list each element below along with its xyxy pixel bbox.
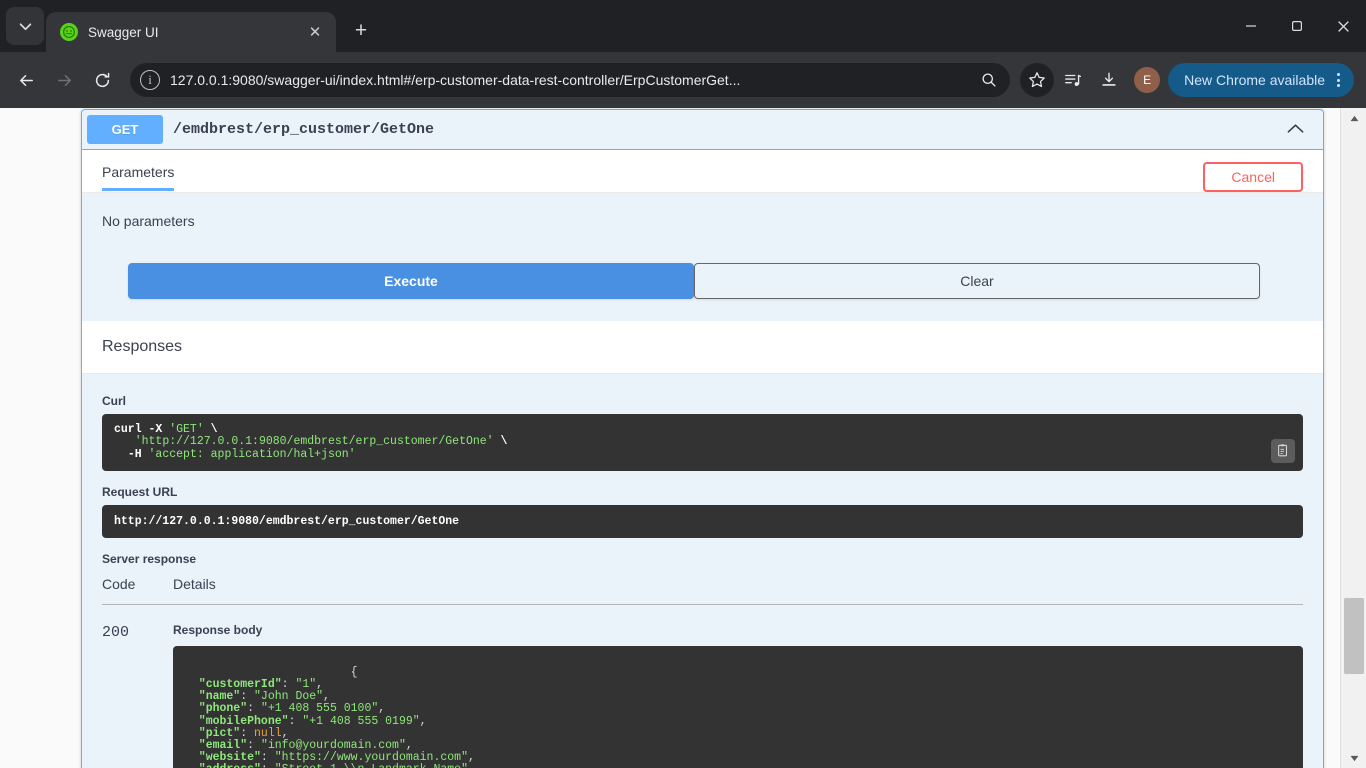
tab-search-button[interactable] bbox=[6, 7, 44, 45]
curl-continuation-1: \ bbox=[203, 423, 218, 436]
responses-heading: Responses bbox=[82, 321, 1323, 374]
curl-continuation-2: \ bbox=[493, 435, 508, 449]
column-header-code: Code bbox=[102, 576, 173, 606]
server-response-label: Server response bbox=[102, 552, 197, 567]
clear-button[interactable]: Clear bbox=[694, 263, 1260, 299]
browser-toolbar: i 127.0.0.1:9080/swagger-ui/index.html#/… bbox=[0, 52, 1366, 108]
forward-button[interactable] bbox=[46, 62, 82, 98]
address-bar[interactable]: i 127.0.0.1:9080/swagger-ui/index.html#/… bbox=[130, 63, 1011, 97]
opblock-summary-get-one[interactable]: GET /emdbrest/erp_customer/GetOne bbox=[82, 110, 1323, 150]
swagger-ui-page: GET /emdbrest/erp_customer/{Query} GET /… bbox=[0, 108, 1340, 768]
triangle-up-icon bbox=[1350, 115, 1358, 121]
new-tab-button[interactable]: + bbox=[346, 16, 376, 46]
minimize-icon bbox=[1246, 25, 1256, 27]
back-arrow-icon bbox=[19, 74, 33, 86]
kebab-menu-icon[interactable] bbox=[1329, 73, 1348, 87]
forward-arrow-icon bbox=[57, 74, 71, 86]
curl-header-flag: -H bbox=[127, 447, 149, 461]
close-window-button[interactable] bbox=[1320, 0, 1366, 52]
response-body-json[interactable]: { "customerId": "1", "name": "John Doe",… bbox=[173, 646, 1303, 768]
page-scrollbar[interactable] bbox=[1340, 108, 1366, 768]
downloads-icon[interactable] bbox=[1092, 63, 1126, 97]
http-method-badge: GET bbox=[87, 115, 163, 144]
window-controls bbox=[1228, 0, 1366, 52]
response-body-label: Response body bbox=[173, 623, 263, 638]
table-row: 200 Response body { "customerId": "1", "… bbox=[102, 605, 1303, 768]
response-code-cell: 200 bbox=[102, 605, 173, 768]
scrollbar-thumb[interactable] bbox=[1344, 598, 1364, 674]
page-viewport: GET /emdbrest/erp_customer/{Query} GET /… bbox=[0, 108, 1366, 768]
triangle-down-icon bbox=[1350, 755, 1358, 761]
clipboard-copy-icon[interactable] bbox=[1271, 439, 1295, 464]
curl-command-head: curl -X bbox=[114, 423, 170, 436]
opblock-body: Parameters Cancel No parameters Execute … bbox=[82, 150, 1323, 768]
profile-avatar[interactable]: E bbox=[1134, 67, 1161, 93]
url-text[interactable]: 127.0.0.1:9080/swagger-ui/index.html#/er… bbox=[170, 72, 968, 88]
parameters-section: No parameters Execute Clear bbox=[82, 193, 1323, 321]
request-url-label: Request URL bbox=[102, 485, 178, 500]
tab-parameters[interactable]: Parameters bbox=[102, 164, 175, 191]
table-header-row: Code Details bbox=[102, 576, 1303, 606]
browser-tab-swagger-ui[interactable]: Swagger UI ✕ bbox=[46, 12, 336, 52]
chrome-update-button[interactable]: New Chrome available bbox=[1168, 63, 1354, 97]
minimize-button[interactable] bbox=[1228, 0, 1274, 52]
server-response-table: Code Details 200 Response body {"custom… bbox=[102, 576, 1303, 768]
info-circle-icon[interactable]: i bbox=[140, 70, 160, 90]
curl-url: 'http://127.0.0.1:9080/emdbrest/erp_cust… bbox=[134, 435, 494, 449]
media-playlist-icon[interactable] bbox=[1056, 63, 1090, 97]
close-icon bbox=[1337, 20, 1349, 32]
reload-icon bbox=[95, 72, 109, 87]
opblock-get-one: GET /emdbrest/erp_customer/GetOne Parame… bbox=[81, 109, 1324, 768]
tab-strip: Swagger UI ✕ + bbox=[0, 0, 1366, 52]
curl-label: Curl bbox=[102, 394, 126, 408]
reload-button[interactable] bbox=[84, 62, 120, 98]
curl-method: 'GET' bbox=[169, 423, 204, 436]
swagger-logo-icon bbox=[60, 23, 78, 41]
execute-button[interactable]: Execute bbox=[128, 263, 694, 299]
tab-title: Swagger UI bbox=[88, 24, 159, 40]
search-icon[interactable] bbox=[978, 72, 1000, 88]
cancel-button[interactable]: Cancel bbox=[1203, 162, 1303, 192]
column-header-details: Details bbox=[173, 576, 1303, 606]
request-url-value: http://127.0.0.1:9080/emdbrest/erp_custo… bbox=[102, 505, 1303, 539]
operation-path: /emdbrest/erp_customer/GetOne bbox=[173, 121, 435, 138]
swagger-scroll-content: GET /emdbrest/erp_customer/{Query} GET /… bbox=[0, 108, 1340, 768]
browser-window: Swagger UI ✕ + i 127.0.0.1:9080/swagger-… bbox=[0, 0, 1366, 768]
responses-body: Curl curl -X 'GET' \ 'http://127.0.0.1:9… bbox=[82, 374, 1323, 768]
status-code: 200 bbox=[102, 624, 130, 642]
maximize-icon bbox=[1292, 21, 1303, 32]
curl-header-value: 'accept: application/hal+json' bbox=[148, 447, 356, 461]
scroll-up-button[interactable] bbox=[1341, 108, 1366, 128]
chevron-down-icon bbox=[19, 22, 31, 30]
scroll-down-button[interactable] bbox=[1341, 748, 1366, 768]
bookmark-star-icon[interactable] bbox=[1020, 63, 1055, 97]
execute-clear-row: Execute Clear bbox=[102, 263, 1303, 321]
chevron-up-icon[interactable] bbox=[1273, 123, 1318, 137]
response-details-cell: Response body { "customerId": "1", "name… bbox=[173, 605, 1303, 768]
maximize-button[interactable] bbox=[1274, 0, 1320, 52]
parameters-tab-row: Parameters Cancel bbox=[82, 150, 1323, 193]
back-button[interactable] bbox=[8, 62, 44, 98]
tab-close-icon[interactable]: ✕ bbox=[304, 21, 326, 43]
no-parameters-label: No parameters bbox=[102, 213, 195, 229]
chrome-update-label: New Chrome available bbox=[1184, 72, 1325, 88]
curl-code-block[interactable]: curl -X 'GET' \ 'http://127.0.0.1:9080/e… bbox=[102, 414, 1303, 472]
